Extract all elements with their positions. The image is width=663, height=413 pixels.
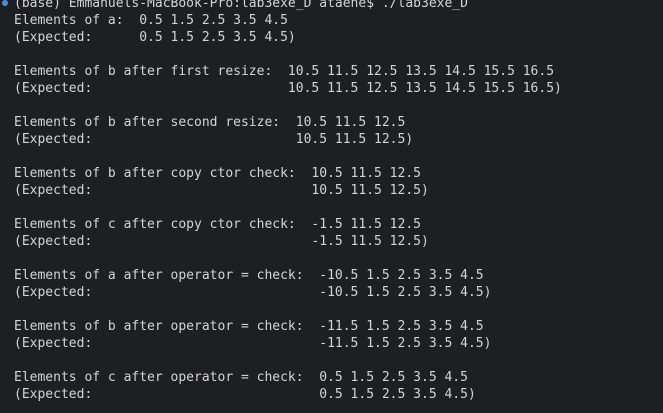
output-line: (Expected: 0.5 1.5 2.5 3.5 4.5) xyxy=(14,387,476,402)
output-line: Elements of c after operator = check: 0.… xyxy=(14,370,468,385)
output-line: (Expected: -1.5 11.5 12.5) xyxy=(14,234,429,249)
output-line: Elements of b after operator = check: -1… xyxy=(14,319,484,334)
shell-prompt-command: (base) Emmanuels-MacBook-Pro:lab3exe_D a… xyxy=(14,0,468,11)
output-line: (Expected: 10.5 11.5 12.5) xyxy=(14,132,414,147)
output-line: Elements of c after copy ctor check: -1.… xyxy=(14,217,421,232)
output-line: (Expected: 10.5 11.5 12.5 13.5 14.5 15.5… xyxy=(14,81,562,96)
output-line: (Expected: -10.5 1.5 2.5 3.5 4.5) xyxy=(14,285,492,300)
output-line: Elements of a after operator = check: -1… xyxy=(14,268,484,283)
command-status-dot-icon xyxy=(2,0,8,6)
output-line: Elements of a: 0.5 1.5 2.5 3.5 4.5 xyxy=(14,13,288,28)
output-line: Elements of b after first resize: 10.5 1… xyxy=(14,64,555,79)
output-line: (Expected: 0.5 1.5 2.5 3.5 4.5) xyxy=(14,30,296,45)
output-line: Elements of b after second resize: 10.5 … xyxy=(14,115,406,130)
output-line: (Expected: 10.5 11.5 12.5) xyxy=(14,183,429,198)
output-line: Elements of b after copy ctor check: 10.… xyxy=(14,166,421,181)
terminal-window[interactable]: (base) Emmanuels-MacBook-Pro:lab3exe_D a… xyxy=(0,0,663,413)
output-line: (Expected: -11.5 1.5 2.5 3.5 4.5) xyxy=(14,336,492,351)
